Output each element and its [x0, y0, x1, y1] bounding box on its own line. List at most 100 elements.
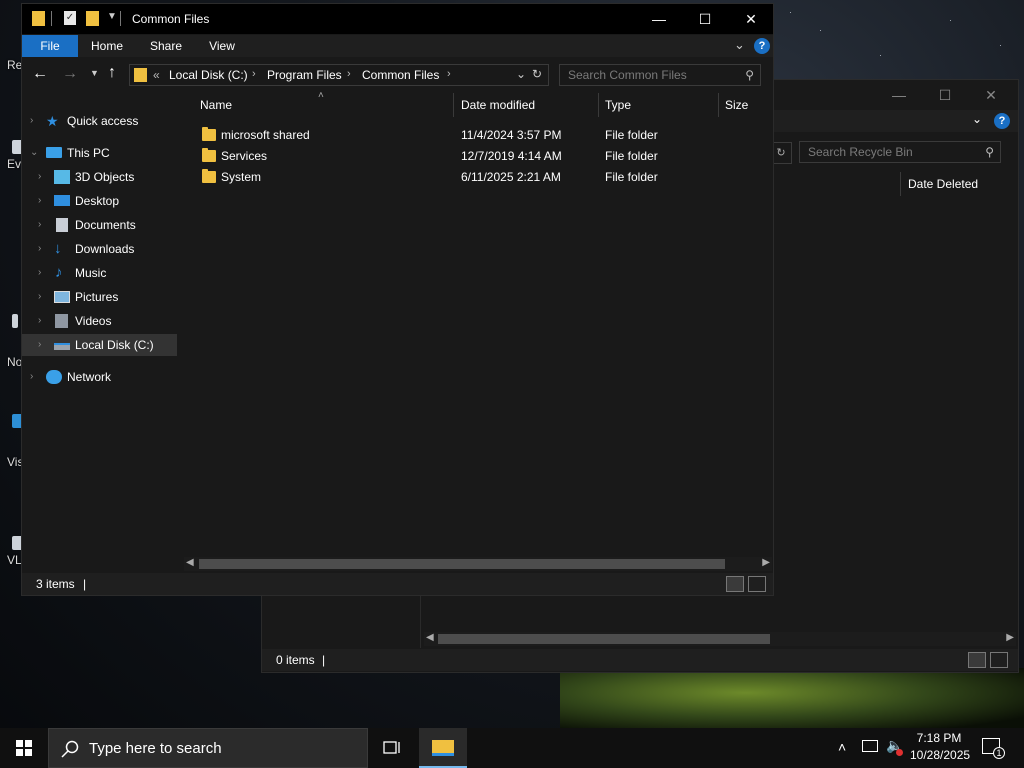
expand-arrow-icon[interactable]: ›	[38, 262, 41, 284]
expand-arrow-icon[interactable]: ›	[30, 366, 33, 388]
tab-share[interactable]: Share	[142, 35, 190, 57]
tab-home[interactable]: Home	[82, 35, 132, 57]
network-status-icon[interactable]	[862, 740, 878, 752]
details-view-button[interactable]	[726, 576, 744, 592]
scroll-right-icon[interactable]: ▶	[762, 557, 770, 568]
file-row[interactable]: microsoft shared 11/4/2024 3:57 PM File …	[180, 125, 760, 146]
expand-arrow-icon[interactable]: ›	[38, 334, 41, 356]
expand-arrow-icon[interactable]: ›	[38, 238, 41, 260]
nav-desktop[interactable]: › Desktop	[22, 190, 177, 212]
back-arrow-icon[interactable]: ←	[32, 65, 48, 83]
expand-arrow-icon[interactable]: ›	[38, 214, 41, 236]
file-explorer-window[interactable]: ✓ ▼ Common Files — ☐ ✕ File Home Share V…	[21, 3, 774, 596]
minimize-button[interactable]: —	[876, 80, 922, 110]
folder-icon	[202, 127, 216, 141]
scroll-left-icon[interactable]: ◀	[186, 557, 194, 568]
expand-arrow-icon[interactable]: ›	[38, 190, 41, 212]
chevron-down-icon[interactable]: ⌄	[972, 112, 982, 126]
search-icon: ⚲	[985, 145, 994, 159]
horizontal-scrollbar[interactable]: ◀ ▶	[424, 632, 1016, 646]
desktop-icon-label[interactable]: Ev	[7, 157, 21, 171]
minimize-button[interactable]: —	[636, 4, 682, 34]
nav-this-pc[interactable]: ⌄ This PC	[22, 142, 177, 164]
recent-locations-icon[interactable]: ▼	[90, 68, 99, 78]
column-header-date-modified[interactable]: Date modified	[461, 93, 535, 117]
search-icon: ⚲	[745, 68, 754, 82]
column-header-name[interactable]: Name	[200, 93, 232, 117]
item-count: 3 items	[36, 577, 75, 591]
file-row[interactable]: Services 12/7/2019 4:14 AM File folder	[180, 146, 760, 167]
address-dropdown-icon[interactable]: ⌄	[516, 67, 526, 81]
nav-videos[interactable]: › Videos	[22, 310, 177, 332]
maximize-button[interactable]: ☐	[682, 4, 728, 34]
nav-label: Local Disk (C:)	[75, 338, 154, 352]
nav-quick-access[interactable]: › ★ Quick access	[22, 110, 177, 132]
clock[interactable]: 7:18 PM 10/28/2025	[910, 731, 970, 762]
file-explorer-taskbar-button[interactable]	[419, 728, 467, 768]
chevron-right-icon[interactable]: ›	[252, 68, 256, 80]
column-header-size[interactable]: Size	[725, 93, 748, 117]
nav-label: Videos	[75, 314, 112, 328]
address-bar[interactable]: « Local Disk (C:) › Program Files › Comm…	[129, 64, 549, 86]
new-folder-icon[interactable]	[86, 11, 99, 26]
breadcrumb-common-files[interactable]: Common Files	[362, 68, 439, 82]
file-explorer-icon	[432, 740, 454, 756]
scrollbar-thumb[interactable]	[199, 559, 725, 569]
help-icon[interactable]: ?	[994, 113, 1010, 129]
task-view-button[interactable]	[372, 728, 412, 768]
nav-downloads[interactable]: › ↓ Downloads	[22, 238, 177, 260]
chevron-right-icon[interactable]: ›	[447, 68, 451, 80]
nav-pictures[interactable]: › Pictures	[22, 286, 177, 308]
file-row[interactable]: System 6/11/2025 2:21 AM File folder	[180, 167, 760, 188]
title-bar[interactable]: ✓ ▼ Common Files — ☐ ✕	[22, 4, 773, 34]
nav-documents[interactable]: › Documents	[22, 214, 177, 236]
desktop-icon-label[interactable]: VL	[7, 553, 22, 567]
scroll-left-icon[interactable]: ◀	[426, 632, 434, 643]
scroll-right-icon[interactable]: ▶	[1006, 632, 1014, 643]
tab-view[interactable]: View	[200, 35, 244, 57]
large-icons-view-button[interactable]	[748, 576, 766, 592]
chevron-right-icon[interactable]: ›	[347, 68, 351, 80]
close-button[interactable]: ✕	[968, 80, 1014, 110]
forward-arrow-icon[interactable]: →	[62, 65, 78, 83]
nav-local-disk[interactable]: › Local Disk (C:)	[22, 334, 177, 356]
customize-toolbar-icon[interactable]: ▼	[107, 11, 117, 22]
search-input[interactable]: Search Common Files ⚲	[559, 64, 761, 86]
taskbar: Type here to search ˄ 🔈 7:18 PM 10/28/20…	[0, 728, 1024, 768]
scrollbar-thumb[interactable]	[438, 634, 770, 644]
expand-arrow-icon[interactable]: ›	[38, 166, 41, 188]
search-input[interactable]: Search Recycle Bin ⚲	[799, 141, 1001, 163]
file-name: Services	[221, 149, 268, 163]
file-type: File folder	[605, 128, 658, 142]
horizontal-scrollbar[interactable]: ◀ ▶	[184, 557, 772, 571]
nav-music[interactable]: › ♪ Music	[22, 262, 177, 284]
nav-3d-objects[interactable]: › 3D Objects	[22, 166, 177, 188]
details-view-button[interactable]	[968, 652, 986, 668]
breadcrumb-local-disk[interactable]: Local Disk (C:)	[169, 68, 248, 82]
expand-arrow-icon[interactable]: ›	[30, 110, 33, 132]
up-arrow-icon[interactable]: ↑	[108, 64, 116, 82]
breadcrumb-program-files[interactable]: Program Files	[267, 68, 342, 82]
taskbar-search-box[interactable]: Type here to search	[48, 728, 368, 768]
close-button[interactable]: ✕	[728, 4, 774, 34]
breadcrumb-overflow[interactable]: «	[153, 68, 160, 82]
properties-icon[interactable]: ✓	[64, 11, 76, 25]
nav-network[interactable]: › Network	[22, 366, 177, 388]
nav-label: 3D Objects	[75, 170, 135, 184]
large-icons-view-button[interactable]	[990, 652, 1008, 668]
expand-arrow-icon[interactable]: ›	[38, 286, 41, 308]
desktop-icon[interactable]	[12, 314, 18, 328]
refresh-icon[interactable]: ↻	[532, 67, 542, 81]
file-date: 11/4/2024 3:57 PM	[461, 128, 562, 142]
tab-file[interactable]: File	[22, 35, 78, 57]
help-icon[interactable]: ?	[754, 38, 770, 54]
column-header-type[interactable]: Type	[605, 93, 631, 117]
ribbon-tabs: File Home Share View ⌄ ?	[22, 35, 773, 57]
expand-ribbon-icon[interactable]: ⌄	[734, 37, 745, 53]
expand-arrow-icon[interactable]: ›	[38, 310, 41, 332]
chevron-up-icon[interactable]: ˄	[838, 739, 846, 755]
column-header-date-deleted[interactable]: Date Deleted	[908, 172, 978, 196]
maximize-button[interactable]: ☐	[922, 80, 968, 110]
collapse-arrow-icon[interactable]: ⌄	[30, 142, 38, 164]
start-button[interactable]	[0, 728, 48, 768]
